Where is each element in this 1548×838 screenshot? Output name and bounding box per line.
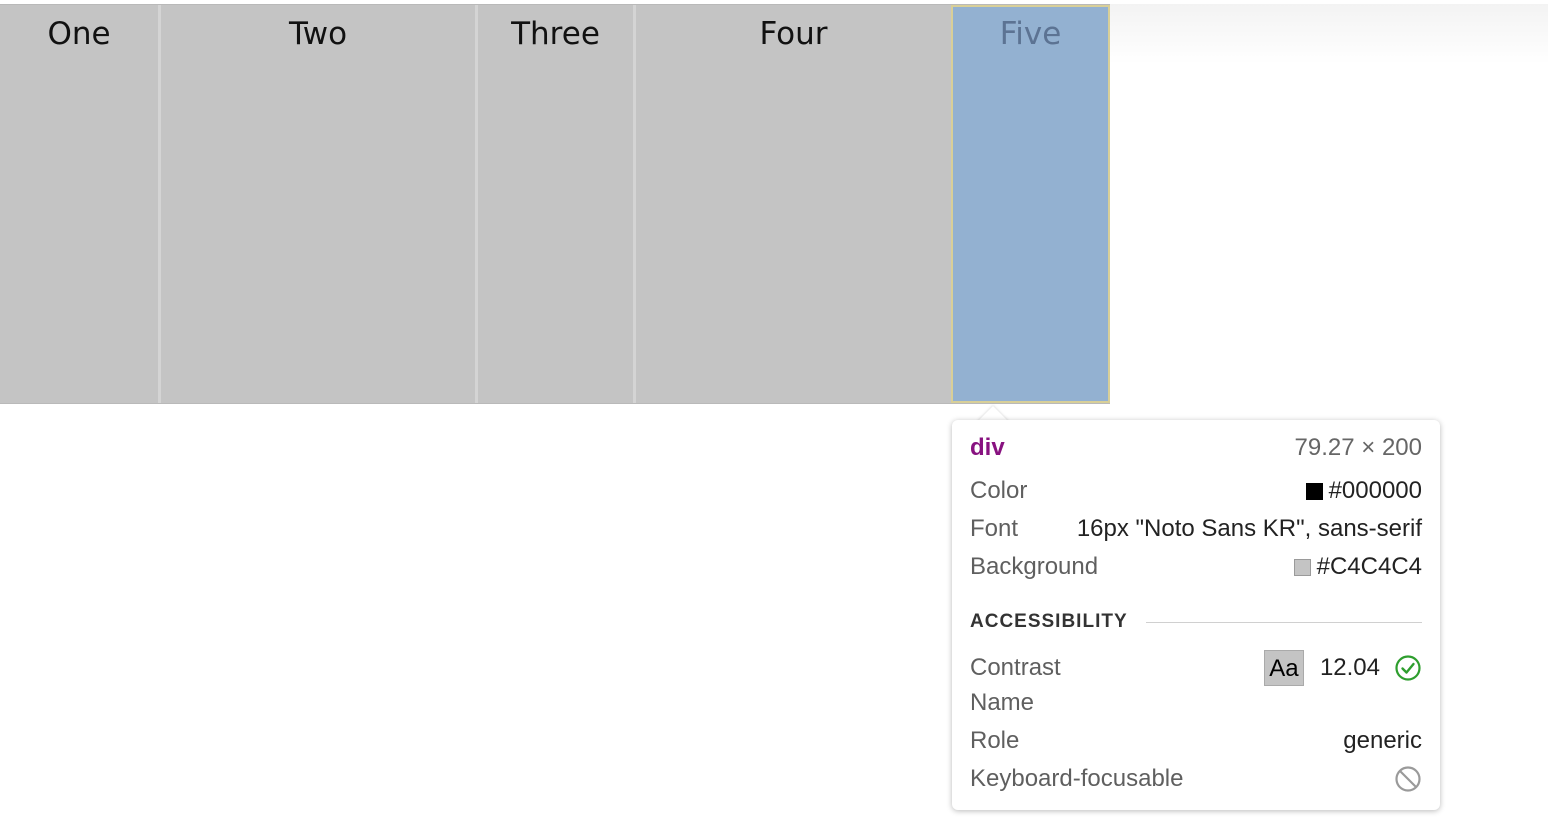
- contrast-value: 12.04: [1319, 654, 1380, 681]
- color-swatch-icon: [1305, 482, 1323, 500]
- role-label: Role: [970, 727, 1020, 754]
- background-label: Background: [970, 553, 1099, 580]
- contrast-value-group: Aa 12.04: [1263, 650, 1422, 686]
- name-label: Name: [970, 689, 1035, 716]
- page: One Two Three Four Five div 79.27 × 200 …: [0, 0, 1548, 838]
- check-circle-icon: [1395, 655, 1421, 681]
- color-value: #000000: [1328, 477, 1422, 504]
- flex-item-five-highlighted[interactable]: Five: [951, 5, 1110, 403]
- inspect-tooltip: div 79.27 × 200 Color #000000 Font 16px …: [952, 420, 1440, 810]
- accessibility-heading: ACCESSIBILITY: [970, 611, 1128, 632]
- flex-item-two[interactable]: Two: [158, 5, 475, 403]
- keyboard-focusable-row: Keyboard-focusable: [970, 764, 1422, 794]
- overlay-fade: [1110, 4, 1548, 64]
- role-row: Role generic: [970, 726, 1422, 756]
- color-label: Color: [970, 477, 1028, 504]
- background-row: Background #C4C4C4: [970, 552, 1422, 582]
- element-tag: div: [970, 434, 1005, 461]
- contrast-sample: Aa: [1263, 650, 1304, 686]
- contrast-label: Contrast: [970, 654, 1061, 681]
- font-row: Font 16px "Noto Sans KR", sans-serif: [970, 514, 1422, 544]
- flex-item-label: One: [47, 16, 111, 52]
- flex-item-one[interactable]: One: [0, 5, 158, 403]
- not-allowed-icon: [1395, 766, 1421, 792]
- flex-item-three[interactable]: Three: [475, 5, 633, 403]
- background-value-group: #C4C4C4: [1293, 553, 1422, 581]
- role-value: generic: [1343, 727, 1422, 754]
- color-row: Color #000000: [970, 476, 1422, 506]
- font-label: Font: [970, 515, 1019, 542]
- font-value: 16px "Noto Sans KR", sans-serif: [1076, 515, 1422, 542]
- element-dimensions: 79.27 × 200: [1294, 434, 1422, 461]
- flex-item-label: Three: [511, 16, 600, 52]
- flex-item-four[interactable]: Four: [633, 5, 951, 403]
- background-value: #C4C4C4: [1316, 553, 1422, 580]
- background-swatch-icon: [1293, 558, 1311, 576]
- flex-container: One Two Three Four Five: [0, 4, 1110, 404]
- flex-item-label: Two: [288, 16, 348, 52]
- section-divider: [1146, 622, 1422, 623]
- tooltip-header: div 79.27 × 200: [970, 433, 1422, 463]
- name-row: Name: [970, 688, 1422, 718]
- color-value-group: #000000: [1305, 477, 1422, 505]
- flex-item-label: Five: [999, 16, 1062, 52]
- flex-item-label: Four: [759, 16, 828, 52]
- keyboard-focusable-label: Keyboard-focusable: [970, 765, 1184, 792]
- contrast-row: Contrast Aa 12.04: [970, 650, 1422, 686]
